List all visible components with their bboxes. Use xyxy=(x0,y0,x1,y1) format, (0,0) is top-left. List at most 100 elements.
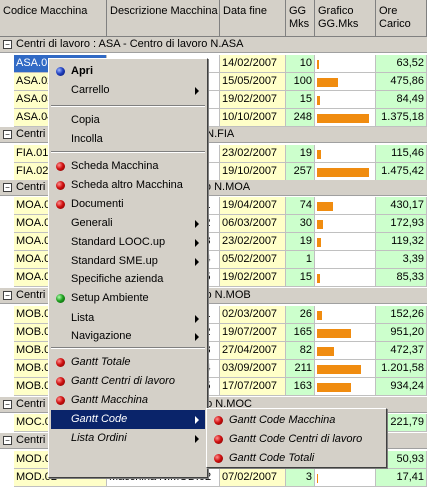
column-header-grafico-gg-mks[interactable]: Grafico GG.Mks xyxy=(315,0,376,37)
menu-item-generali[interactable]: Generali xyxy=(51,214,205,233)
submenu-arrow-icon xyxy=(195,416,199,424)
gg-mks-bar xyxy=(317,474,318,483)
submenu-item-gantt-code-macchina[interactable]: Gantt Code Macchina xyxy=(209,411,386,430)
ore-carico-cell: 152,26 xyxy=(376,306,427,324)
menu-item-incolla[interactable]: Incolla xyxy=(51,130,205,149)
end-date-cell: 19/04/2007 xyxy=(220,197,286,215)
gg-mks-cell: 1 xyxy=(286,251,315,269)
gg-mks-bar xyxy=(317,311,322,320)
gg-mks-cell: 26 xyxy=(286,306,315,324)
red-dot-icon xyxy=(56,358,65,367)
gg-mks-chart-cell xyxy=(315,55,376,73)
menu-item-scheda-macchina[interactable]: Scheda Macchina xyxy=(51,157,205,176)
end-date-cell: 27/04/2007 xyxy=(220,342,286,360)
ore-carico-cell: 472,37 xyxy=(376,342,427,360)
gg-mks-chart-cell xyxy=(315,469,376,487)
menu-item-lista-ordini[interactable]: Lista Ordini xyxy=(51,429,205,448)
end-date-cell: 06/03/2007 xyxy=(220,215,286,233)
gg-mks-cell: 74 xyxy=(286,197,315,215)
gg-mks-cell: 15 xyxy=(286,269,315,287)
menu-item-label: Gantt Code Macchina xyxy=(229,414,336,426)
menu-item-specifiche-azienda[interactable]: Specifiche azienda xyxy=(51,270,205,289)
submenu-arrow-icon xyxy=(195,87,199,95)
gg-mks-cell: 10 xyxy=(286,55,315,73)
green-dot-icon xyxy=(56,294,65,303)
submenu-item-gantt-code-centri-di-lavoro[interactable]: Gantt Code Centri di lavoro xyxy=(209,430,386,449)
menu-item-label: Generali xyxy=(71,217,113,229)
menu-item-documenti[interactable]: Documenti xyxy=(51,195,205,214)
gg-mks-cell: 248 xyxy=(286,109,315,127)
column-header-codice-macchina[interactable]: Codice Macchina xyxy=(0,0,107,37)
menu-item-label: Gantt Code Totali xyxy=(229,452,315,464)
menu-item-label: Specifiche azienda xyxy=(71,273,164,285)
gg-mks-bar xyxy=(317,383,351,392)
column-header-descrizione-macchina[interactable]: Descrizione Macchina xyxy=(107,0,220,37)
end-date-cell: 19/02/2007 xyxy=(220,269,286,287)
ore-carico-cell: 1.201,58 xyxy=(376,360,427,378)
gg-mks-cell: 100 xyxy=(286,73,315,91)
menu-item-label: Navigazione xyxy=(71,330,132,342)
gg-mks-bar xyxy=(317,114,369,123)
collapse-toggle-icon[interactable]: − xyxy=(3,400,12,409)
gg-mks-bar xyxy=(317,220,323,229)
collapse-toggle-icon[interactable]: − xyxy=(3,130,12,139)
collapse-toggle-icon[interactable]: − xyxy=(3,291,12,300)
ore-carico-cell: 63,52 xyxy=(376,55,427,73)
menu-item-copia[interactable]: Copia xyxy=(51,111,205,130)
gg-mks-bar xyxy=(317,347,334,356)
column-header-ore-carico[interactable]: Ore Carico xyxy=(376,0,427,37)
gg-mks-bar xyxy=(317,329,351,338)
menu-item-setup-ambiente[interactable]: Setup Ambiente xyxy=(51,289,205,308)
collapse-toggle-icon[interactable]: − xyxy=(3,40,12,49)
end-date-cell: 23/02/2007 xyxy=(220,145,286,163)
gg-mks-chart-cell xyxy=(315,269,376,287)
red-dot-icon xyxy=(56,162,65,171)
blue-dot-icon xyxy=(56,67,65,76)
ore-carico-cell: 172,93 xyxy=(376,215,427,233)
menu-item-gantt-totale[interactable]: Gantt Totale xyxy=(51,353,205,372)
menu-item-label: Scheda altro Macchina xyxy=(71,179,183,191)
menu-item-carrello[interactable]: Carrello xyxy=(51,81,205,100)
column-header-data-fine[interactable]: Data fine xyxy=(220,0,286,37)
end-date-cell: 10/10/2007 xyxy=(220,109,286,127)
menu-separator xyxy=(51,105,205,107)
menu-item-label: Standard SME.up xyxy=(71,255,158,267)
ore-carico-cell: 84,49 xyxy=(376,91,427,109)
ore-carico-cell: 951,20 xyxy=(376,324,427,342)
menu-item-lista[interactable]: Lista xyxy=(51,309,205,328)
gg-mks-chart-cell xyxy=(315,215,376,233)
gg-mks-cell: 163 xyxy=(286,378,315,396)
menu-item-gantt-centri-di-lavoro[interactable]: Gantt Centri di lavoro xyxy=(51,372,205,391)
collapse-toggle-icon[interactable]: − xyxy=(3,183,12,192)
gg-mks-bar xyxy=(317,238,321,247)
submenu-arrow-icon xyxy=(195,333,199,341)
gg-mks-bar xyxy=(317,365,361,374)
gg-mks-chart-cell xyxy=(315,91,376,109)
menu-item-navigazione[interactable]: Navigazione xyxy=(51,327,205,346)
context-menu: Apri Carrello Copia Incolla Scheda Macchina S… xyxy=(48,58,208,478)
menu-separator xyxy=(51,347,205,349)
menu-item-apri[interactable]: Apri xyxy=(51,62,205,81)
red-dot-icon xyxy=(56,200,65,209)
menu-item-label: Lista xyxy=(71,312,95,324)
gg-mks-cell: 19 xyxy=(286,145,315,163)
submenu-item-gantt-code-totali[interactable]: Gantt Code Totali xyxy=(209,449,386,468)
submenu-arrow-icon xyxy=(195,435,199,443)
column-header-gg-mks[interactable]: GG Mks xyxy=(286,0,315,37)
menu-item-scheda-altro-macchina[interactable]: Scheda altro Macchina xyxy=(51,176,205,195)
menu-item-gantt-macchina[interactable]: Gantt Macchina xyxy=(51,391,205,410)
submenu-arrow-icon xyxy=(195,220,199,228)
red-dot-icon xyxy=(56,181,65,190)
menu-item-gantt-code[interactable]: Gantt Code xyxy=(51,410,205,429)
collapse-toggle-icon[interactable]: − xyxy=(3,436,12,445)
menu-item-standard-looc-up[interactable]: Standard LOOC.up xyxy=(51,233,205,252)
gg-mks-cell: 15 xyxy=(286,91,315,109)
gg-mks-chart-cell xyxy=(315,342,376,360)
menu-item-standard-sme-up[interactable]: Standard SME.up xyxy=(51,252,205,271)
gg-mks-chart-cell xyxy=(315,109,376,127)
menu-item-label: Standard LOOC.up xyxy=(71,236,166,248)
gg-mks-chart-cell xyxy=(315,197,376,215)
gg-mks-chart-cell xyxy=(315,324,376,342)
menu-item-label: Gantt Code Centri di lavoro xyxy=(229,433,363,445)
menu-item-label: Apri xyxy=(71,65,93,77)
